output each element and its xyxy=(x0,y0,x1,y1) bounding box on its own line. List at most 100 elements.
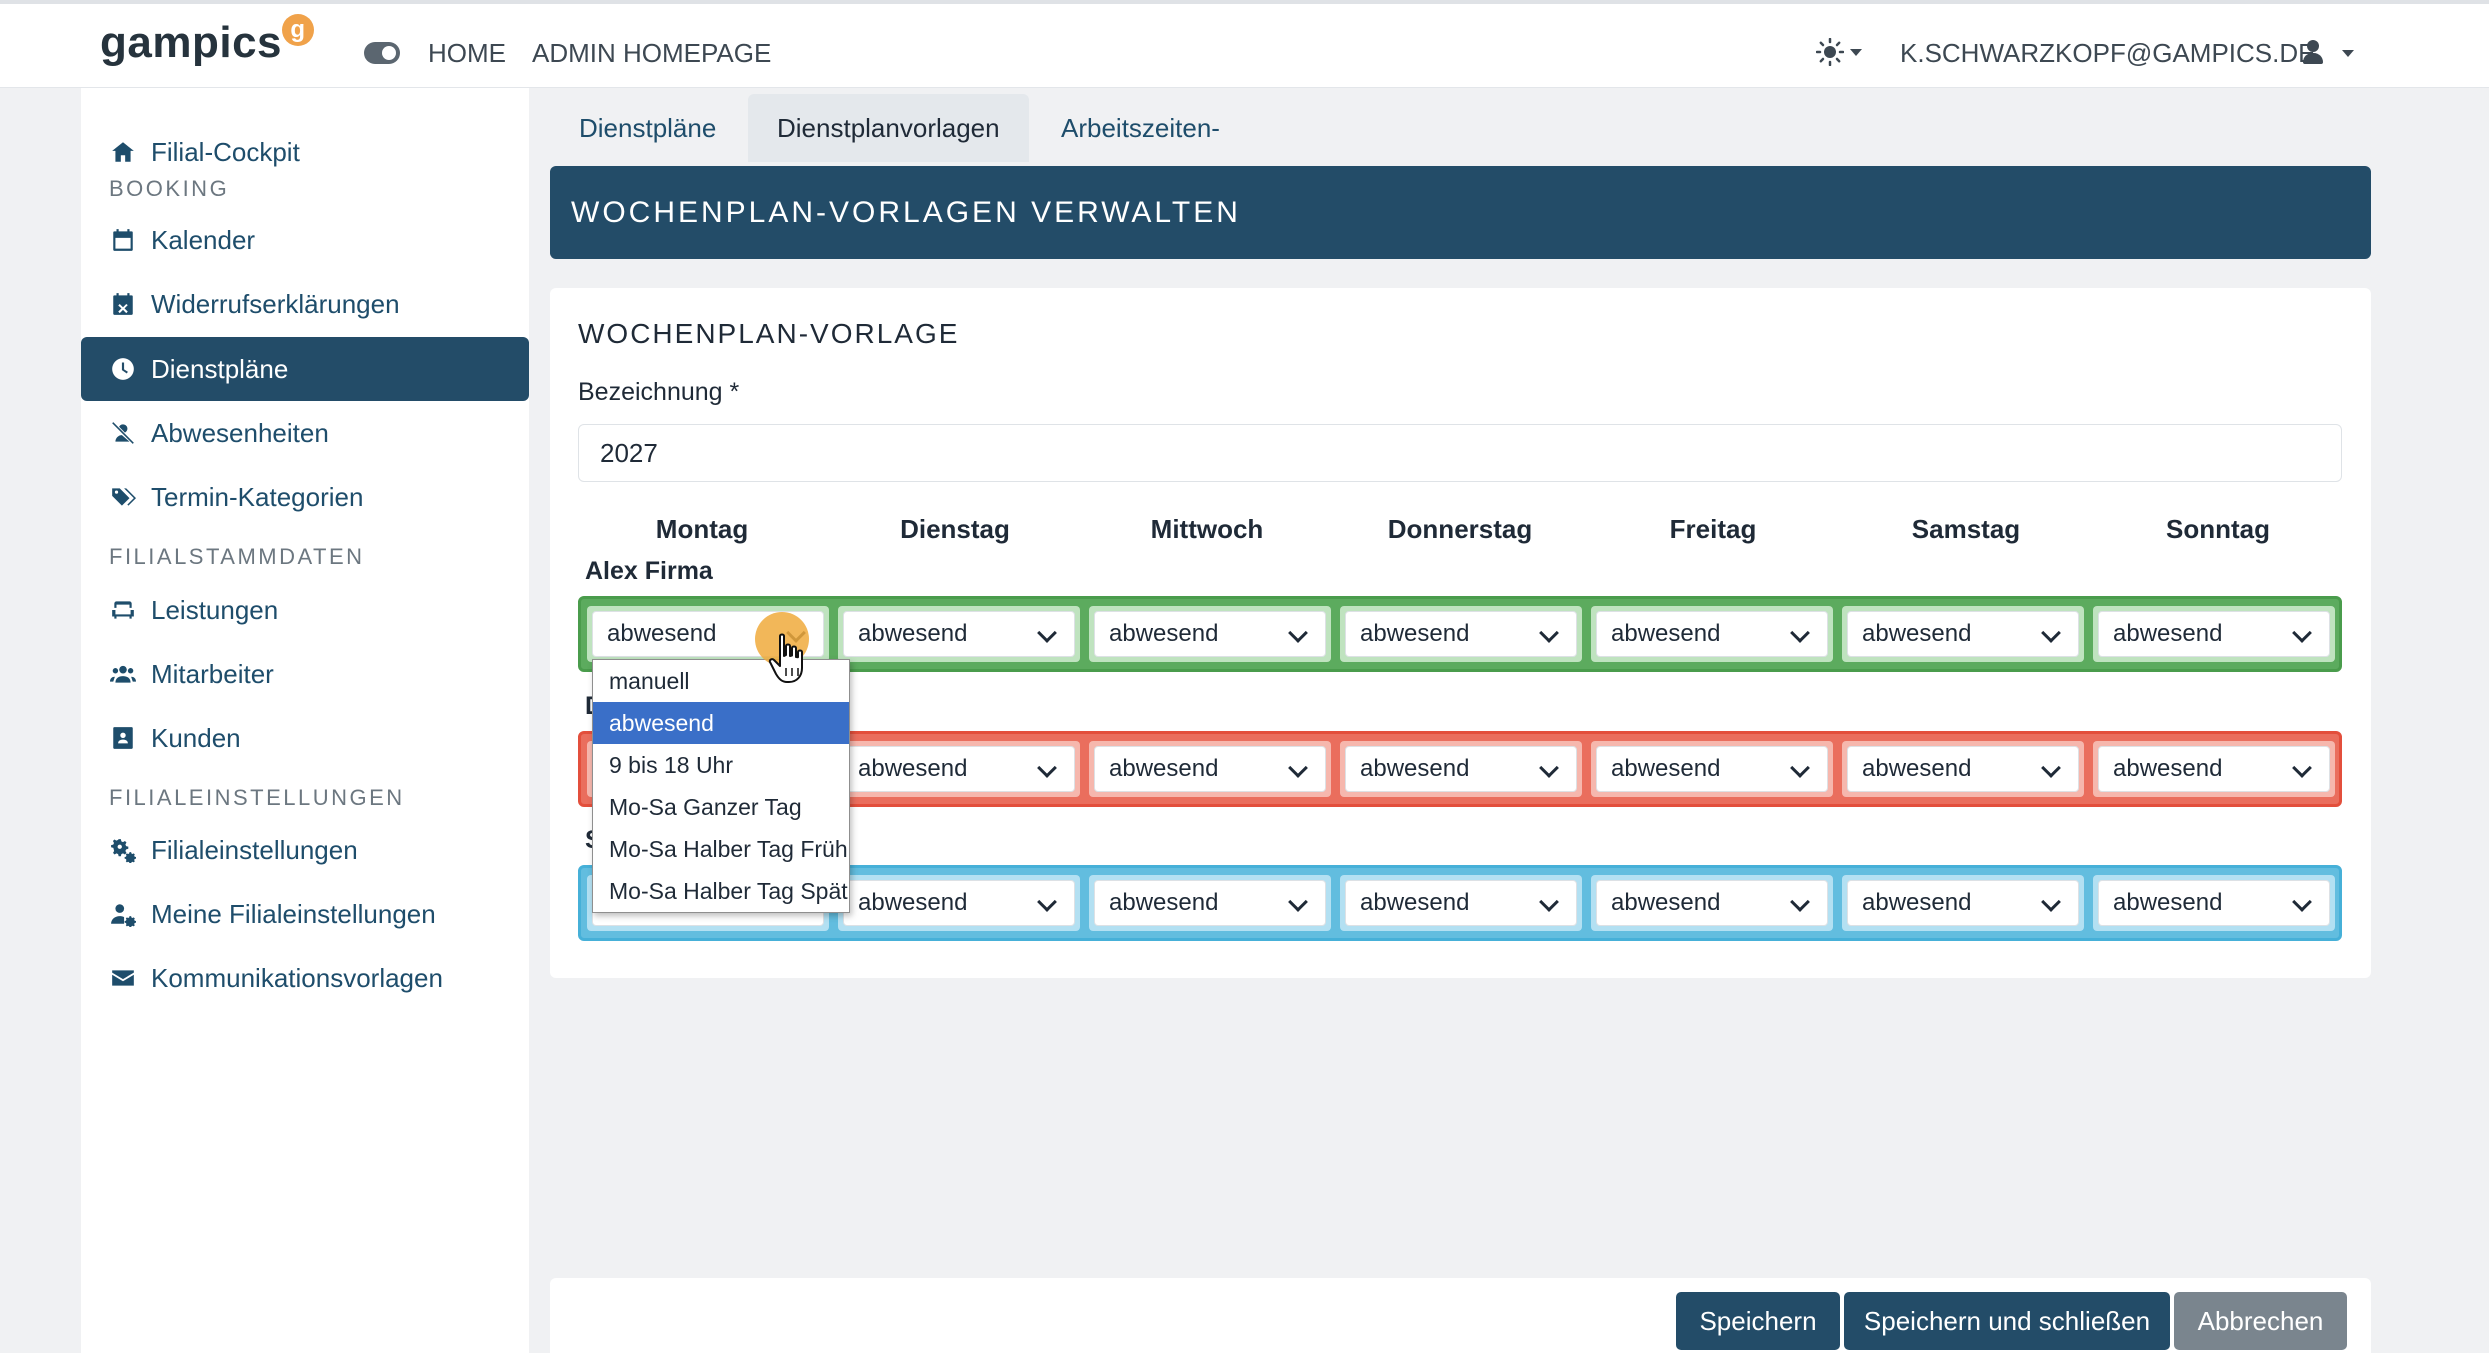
day-header-donnerstag: Donnerstag xyxy=(1387,514,1533,544)
dropdown-option-ganzer-tag[interactable]: Mo-Sa Ganzer Tag xyxy=(593,786,849,828)
calendar-icon xyxy=(109,226,137,254)
shift-cell: abwesend xyxy=(1089,606,1331,662)
chevron-down-icon xyxy=(2292,758,2312,778)
day-header-samstag: Samstag xyxy=(1911,514,2021,544)
chevron-down-icon xyxy=(1790,892,1810,912)
chevron-down-icon xyxy=(2292,623,2312,643)
sidebar-item-abwesenheiten[interactable]: Abwesenheiten xyxy=(81,401,529,465)
sidebar-item-mitarbeiter[interactable]: Mitarbeiter xyxy=(81,642,529,706)
sidebar-item-filialeinstellungen[interactable]: Filialeinstellungen xyxy=(81,818,529,882)
chevron-down-icon[interactable] xyxy=(2342,50,2354,57)
shift-select[interactable]: abwesend xyxy=(843,880,1075,926)
shift-select[interactable]: abwesend xyxy=(1596,746,1828,792)
shift-select[interactable]: abwesend xyxy=(1345,611,1577,657)
shift-select[interactable]: abwesend xyxy=(1847,611,2079,657)
envelope-icon xyxy=(109,964,137,992)
shift-cell: abwesend xyxy=(1089,875,1331,931)
logo-badge: g xyxy=(282,14,315,46)
dropdown-option-halber-tag-frueh[interactable]: Mo-Sa Halber Tag Früh xyxy=(593,828,849,870)
shift-cell: abwesend xyxy=(1340,875,1582,931)
sidebar-item-dienstplaene[interactable]: Dienstpläne xyxy=(81,337,529,401)
shift-select[interactable]: abwesend xyxy=(1345,880,1577,926)
sidebar-item-label: Kunden xyxy=(151,722,241,753)
sidebar-item-label: Dienstpläne xyxy=(151,353,289,384)
shift-select[interactable]: abwesend xyxy=(1596,880,1828,926)
shift-dropdown-list: manuell abwesend 9 bis 18 Uhr Mo-Sa Ganz… xyxy=(592,659,850,913)
chevron-down-icon xyxy=(2041,892,2061,912)
shift-select[interactable]: abwesend xyxy=(843,611,1075,657)
sidebar-item-kalender[interactable]: Kalender xyxy=(81,208,529,272)
day-header-dienstag: Dienstag xyxy=(900,514,1010,544)
save-and-close-button[interactable]: Speichern und schließen xyxy=(1844,1292,2170,1350)
shift-cell: abwesend xyxy=(1842,875,2084,931)
user-slash-icon xyxy=(109,419,137,447)
chevron-down-icon xyxy=(1288,623,1308,643)
sidebar: Filial-Cockpit BOOKING Kalender Widerruf… xyxy=(81,88,529,1353)
shift-cell: abwesend xyxy=(838,741,1080,797)
dropdown-option-manuell[interactable]: manuell xyxy=(593,660,849,702)
nav-home[interactable]: HOME xyxy=(428,38,506,69)
chevron-down-icon xyxy=(1288,892,1308,912)
chevron-down-icon xyxy=(2041,623,2061,643)
chevron-down-icon xyxy=(1539,892,1559,912)
sidebar-toggle[interactable] xyxy=(364,42,400,64)
shift-cell: abwesend xyxy=(1089,741,1331,797)
cancel-button[interactable]: Abbrechen xyxy=(2174,1292,2347,1350)
sidebar-item-label: Widerrufserklärungen xyxy=(151,288,400,319)
shift-cell: abwesend xyxy=(1591,875,1833,931)
chevron-down-icon xyxy=(1790,623,1810,643)
dropdown-option-abwesend[interactable]: abwesend xyxy=(593,702,849,744)
sidebar-item-label: Meine Filialeinstellungen xyxy=(151,898,436,929)
tags-icon xyxy=(109,483,137,511)
sidebar-item-termin-kategorien[interactable]: Termin-Kategorien xyxy=(81,465,529,529)
home-icon xyxy=(109,138,137,166)
chevron-down-icon xyxy=(1037,758,1057,778)
sidebar-section-filialstammdaten: FILIALSTAMMDATEN xyxy=(109,544,365,569)
gears-icon xyxy=(109,836,137,864)
shift-cell: abwesend xyxy=(1340,606,1582,662)
user-email[interactable]: K.SCHWARZKOPF@GAMPICS.DE xyxy=(1900,38,2315,69)
tab-arbeitszeiten-vorlagen[interactable]: Arbeitszeiten-Vorlagen xyxy=(1032,94,1249,211)
shift-select[interactable]: abwesend xyxy=(1094,880,1326,926)
day-header-freitag: Freitag xyxy=(1669,514,1757,544)
shift-cell: abwesend xyxy=(2093,875,2335,931)
logo[interactable]: gampics g xyxy=(100,14,315,68)
shift-cell: abwesend xyxy=(838,606,1080,662)
shift-cell: abwesend xyxy=(1842,606,2084,662)
sidebar-item-kommunikationsvorlagen[interactable]: Kommunikationsvorlagen xyxy=(81,946,529,1010)
users-icon xyxy=(109,660,137,688)
chevron-down-icon xyxy=(1539,623,1559,643)
bezeichnung-input[interactable]: 2027 xyxy=(578,424,2342,482)
save-button[interactable]: Speichern xyxy=(1676,1292,1840,1350)
logo-text: gampics xyxy=(100,18,283,67)
shift-select[interactable]: abwesend xyxy=(1094,746,1326,792)
sidebar-item-leistungen[interactable]: Leistungen xyxy=(81,578,529,642)
tab-dienstplaene[interactable]: Dienstpläne xyxy=(550,94,745,162)
shift-select[interactable]: abwesend xyxy=(1847,746,2079,792)
sidebar-item-widerrufserklaerungen[interactable]: Widerrufserklärungen xyxy=(81,272,529,336)
shift-select[interactable]: abwesend xyxy=(1847,880,2079,926)
user-icon[interactable] xyxy=(2302,40,2323,66)
sidebar-item-meine-filialeinstellungen[interactable]: Meine Filialeinstellungen xyxy=(81,882,529,946)
sidebar-item-label: Termin-Kategorien xyxy=(151,481,364,512)
shift-select[interactable]: abwesend xyxy=(2098,746,2330,792)
sidebar-item-kunden[interactable]: Kunden xyxy=(81,706,529,770)
shift-select[interactable]: abwesend xyxy=(843,746,1075,792)
dropdown-option-halber-tag-spaet[interactable]: Mo-Sa Halber Tag Spät xyxy=(593,870,849,912)
shift-cell: abwesend xyxy=(1842,741,2084,797)
chevron-down-icon xyxy=(1288,758,1308,778)
shift-select[interactable]: abwesend xyxy=(1596,611,1828,657)
couch-icon xyxy=(109,596,137,624)
sidebar-item-label: Leistungen xyxy=(151,594,279,625)
shift-select[interactable]: abwesend xyxy=(2098,611,2330,657)
shift-select[interactable]: abwesend xyxy=(1094,611,1326,657)
sidebar-item-label: Abwesenheiten xyxy=(151,417,329,448)
user-gear-icon xyxy=(109,900,137,928)
nav-admin-homepage[interactable]: ADMIN HOMEPAGE xyxy=(532,38,771,69)
dropdown-option-9-bis-18[interactable]: 9 bis 18 Uhr xyxy=(593,744,849,786)
calendar-x-icon xyxy=(109,290,137,318)
shift-select[interactable]: abwesend xyxy=(1345,746,1577,792)
sidebar-item-filial-cockpit[interactable]: Filial-Cockpit xyxy=(81,120,529,184)
shift-select[interactable]: abwesend xyxy=(2098,880,2330,926)
tab-dienstplanvorlagen[interactable]: Dienstplanvorlagen xyxy=(748,94,1029,162)
